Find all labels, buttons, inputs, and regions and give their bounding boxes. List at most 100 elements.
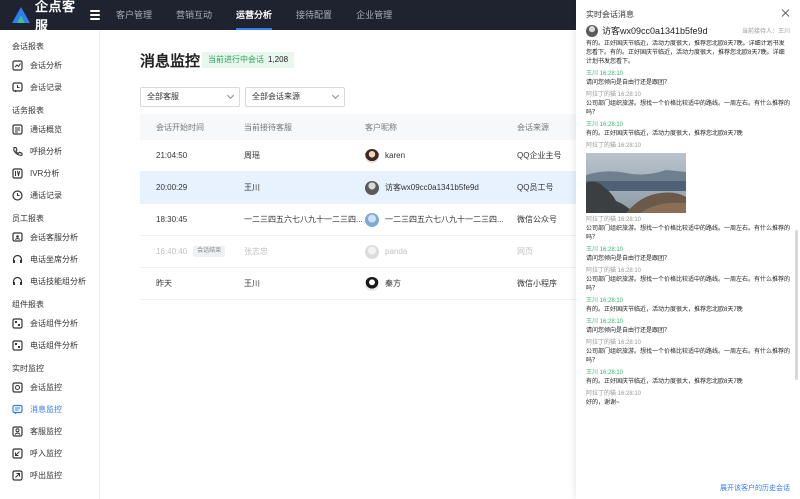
nav-tab-4[interactable]: 企业管理	[344, 0, 404, 30]
sidebar-item-4-3[interactable]: 呼入监控	[0, 442, 99, 464]
call-in-icon	[12, 447, 23, 459]
chat-message: 王川 16:28:10 有的。正好国庆节临近，活动力度很大，推荐您北欧8天7晚	[586, 369, 790, 387]
sidebar-item-3-0[interactable]: 会话组件分析	[0, 312, 99, 334]
agent-filter-select[interactable]: 全部客服	[140, 87, 240, 107]
sidebar-item-1-1[interactable]: 呼损分析	[0, 140, 99, 162]
sidebar-item-label: 呼出监控	[30, 470, 62, 480]
agent-chat-icon	[12, 231, 23, 243]
customer-name: karen	[385, 151, 406, 160]
message-text: 有的。正好国庆节临近，活动力度很大，推荐您北欧8天7晚	[586, 379, 743, 385]
chat-message: 王川 16:28:10 请问您倾向是自由行还是跟团？	[586, 318, 790, 336]
hamburger-menu-icon[interactable]	[90, 10, 100, 20]
chat-message: 王川 16:28:10 请问您倾向是自由行还是跟团？	[586, 246, 790, 264]
message-text: 公司部门组织旅游。想找一个价格比较适中的路线。一周左右。有什么推荐的吗？	[586, 349, 790, 364]
chevron-down-icon	[226, 91, 235, 100]
cell-agent: 一二三四五六七八九十一二三四...	[244, 215, 363, 224]
active-sessions-badge: 当前进行中会话 1,208	[202, 52, 295, 68]
scrollbar[interactable]	[795, 230, 798, 380]
message-list[interactable]: 有的。正好国庆节临近，活动力度很大，推荐您北欧8天7晚。详细计划书发您看下。有的…	[586, 40, 790, 478]
source-filter-value: 全部会话来源	[252, 92, 300, 101]
cell-time: 21:04:50	[140, 151, 228, 160]
chat-message: 阿拉丁的猫 16:28:10	[586, 142, 790, 213]
chat-message: 有的。正好国庆节临近，活动力度很大，推荐您北欧8天7晚。详细计划书发您看下。有的…	[586, 40, 790, 67]
cell-time: 16:40:40 会话结束	[140, 246, 228, 257]
sidebar-item-4-0[interactable]: 会话监控	[0, 376, 99, 398]
cell-customer: 秦方	[365, 276, 517, 291]
sidebar-item-1-3[interactable]: 通话记录	[0, 184, 99, 206]
top-nav: 客户管理 营销互动 运营分析 接待配置 企业管理	[104, 0, 404, 30]
sidebar-item-label: 会话组件分析	[30, 318, 78, 328]
nav-tab-0[interactable]: 客户管理	[104, 0, 164, 30]
cell-time: 18:30:45	[140, 215, 228, 224]
page-title: 消息监控	[140, 53, 201, 70]
avatar	[365, 212, 379, 227]
chat-message: 王川 16:28:10 请问您倾向是自由行还是跟团？	[586, 70, 790, 88]
sidebar-item-label: 会话监控	[30, 382, 62, 392]
message-text: 有的。正好国庆节临近，活动力度很大，推荐您北欧8天7晚	[586, 131, 743, 137]
cell-source: 微信公众号	[517, 215, 557, 224]
message-sender: 阿拉丁的猫 16:28:10	[586, 217, 642, 223]
sidebar-group-title: 会话报表	[12, 42, 44, 51]
message-sender: 王川 16:28:10	[586, 319, 624, 325]
customer-name: panda	[385, 247, 408, 256]
avatar	[365, 148, 379, 163]
customer-name: 秦方	[385, 279, 401, 288]
history-link[interactable]: 展开该客户的历史会话	[720, 483, 790, 493]
customer-name: 一二三四五六七八九十一二三四...	[385, 215, 504, 224]
message-panel: 实时会话消息 访客wx09cc0a1341b5fe9d 当前接待人：王川 有的。…	[576, 0, 800, 499]
sidebar-item-4-4[interactable]: 呼出监控	[0, 464, 99, 486]
sidebar-item-2-2[interactable]: 电话技能组分析	[0, 270, 99, 292]
overview-icon	[12, 123, 23, 135]
chat-message: 阿拉丁的猫 16:28:10 公司部门组织旅游。想找一个价格比较适中的路线。一周左…	[586, 267, 790, 294]
sidebar-item-label: 呼入监控	[30, 448, 62, 458]
nav-tab-3[interactable]: 接待配置	[284, 0, 344, 30]
message-text: 请问您倾向是自由行还是跟团？	[586, 328, 671, 334]
chat-history-icon	[12, 81, 23, 93]
message-sender: 王川 16:28:10	[586, 122, 624, 128]
cell-customer: 一二三四五六七八九十一二三四...	[365, 212, 517, 227]
nav-tab-2[interactable]: 运营分析	[224, 0, 284, 30]
sidebar-item-4-2[interactable]: 客服监控	[0, 420, 99, 442]
badge-label: 当前进行中会话	[208, 55, 264, 64]
close-icon[interactable]	[782, 9, 790, 17]
sidebar-item-label: 会话记录	[30, 82, 62, 92]
chat-message: 阿拉丁的猫 16:28:10 好的，谢谢~	[586, 390, 790, 408]
message-text: 有的。正好国庆节临近，活动力度很大，推荐您北欧8天7晚	[586, 307, 743, 313]
source-filter-select[interactable]: 全部会话来源	[245, 87, 345, 107]
clock-icon	[12, 189, 23, 201]
sidebar-item-1-2[interactable]: IVR分析	[0, 162, 99, 184]
message-text: 有的。正好国庆节临近，活动力度很大，推荐您北欧8天7晚。详细计划书发您看下。有的…	[586, 41, 785, 65]
nav-tab-1[interactable]: 营销互动	[164, 0, 224, 30]
sidebar-item-1-0[interactable]: 通话概览	[0, 118, 99, 140]
sidebar-item-0-0[interactable]: 会话分析	[0, 54, 99, 76]
logo-icon	[12, 7, 30, 23]
widget-icon	[12, 317, 23, 329]
sidebar-item-2-0[interactable]: 会话客服分析	[0, 226, 99, 248]
message-sender: 阿拉丁的猫 16:28:10	[586, 143, 642, 149]
chat-message: 王川 16:28:10 有的。正好国庆节临近，活动力度很大，推荐您北欧8天7晚	[586, 297, 790, 315]
col-source: 会话来源	[517, 122, 549, 132]
app-name: 企点客服	[35, 0, 76, 33]
col-agent: 当前接待客服	[244, 122, 292, 132]
message-text: 公司部门组织旅游。想找一个价格比较适中的路线。一周左右。有什么推荐的吗？	[586, 101, 790, 116]
shared-photo-image[interactable]	[586, 153, 686, 213]
chat-message: 阿拉丁的猫 16:28:10 公司部门组织旅游。想找一个价格比较适中的路线。一周左…	[586, 339, 790, 366]
chat-message: 阿拉丁的猫 16:28:10 公司部门组织旅游。想找一个价格比较适中的路线。一周左…	[586, 216, 790, 243]
time-text: 18:30:45	[156, 215, 188, 224]
cell-source: 微信小程序	[517, 279, 557, 288]
logo[interactable]: 企点客服	[0, 0, 100, 34]
sidebar-item-4-1[interactable]: 消息监控	[0, 398, 99, 420]
sidebar-group-title: 组件报表	[12, 300, 44, 309]
sidebar-item-label: 电话组件分析	[30, 340, 78, 350]
sidebar-item-0-1[interactable]: 会话记录	[0, 76, 99, 98]
time-text: 16:40:40	[156, 247, 188, 256]
message-sender: 阿拉丁的猫 16:28:10	[586, 391, 642, 397]
sidebar-item-2-1[interactable]: 电话坐席分析	[0, 248, 99, 270]
sidebar-item-3-1[interactable]: 电话组件分析	[0, 334, 99, 356]
avatar	[365, 276, 379, 291]
message-sender: 王川 16:28:10	[586, 71, 624, 77]
cell-agent: 周瑶	[244, 151, 260, 160]
message-sender: 阿拉丁的猫 16:28:10	[586, 340, 642, 346]
headset-icon	[12, 276, 23, 287]
agent-filter-value: 全部客服	[147, 92, 179, 101]
